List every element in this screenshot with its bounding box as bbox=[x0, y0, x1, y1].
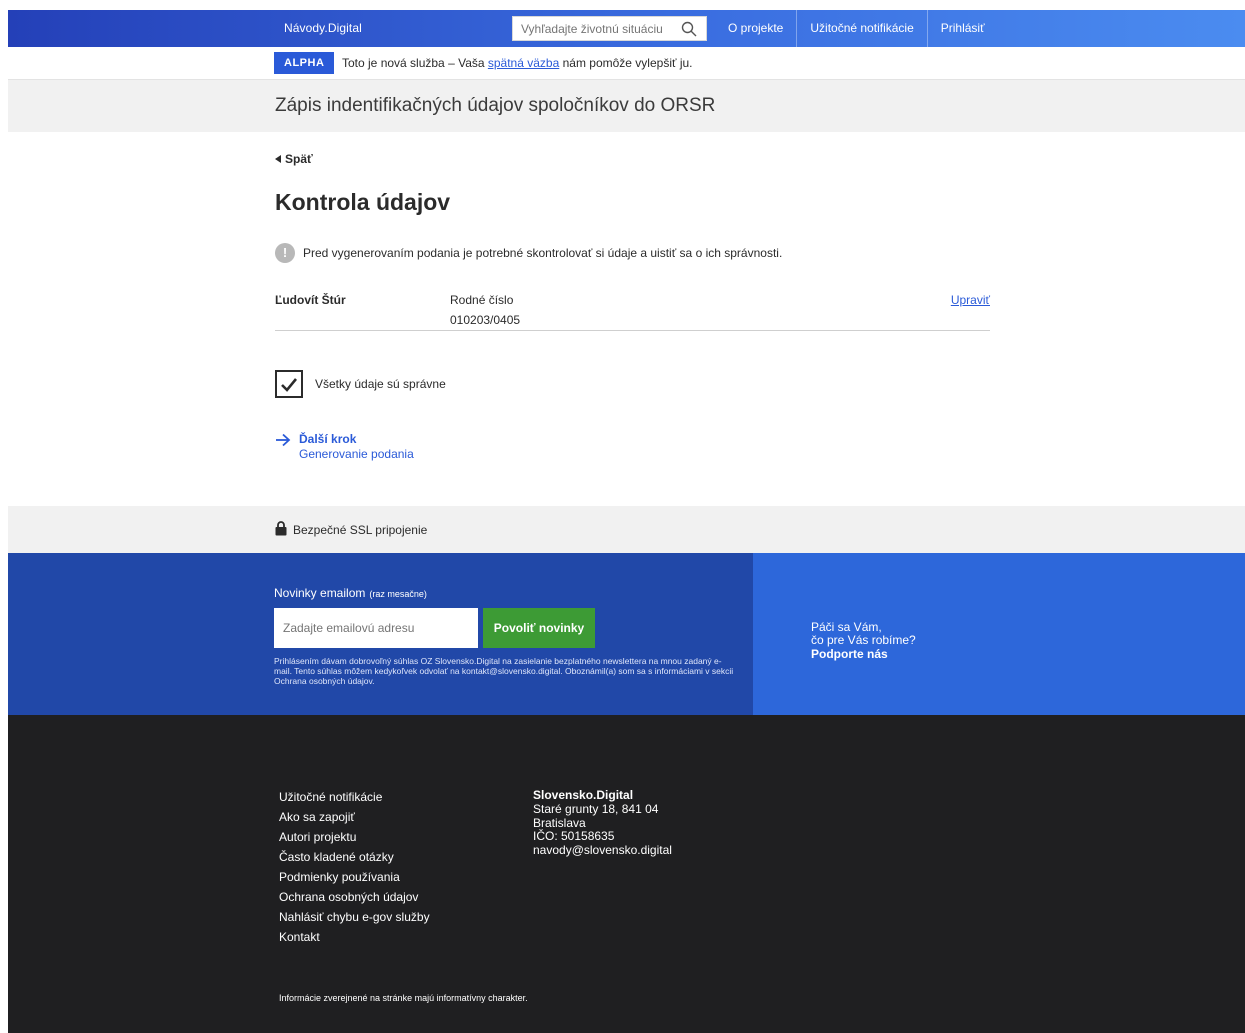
next-step-title: Ďalší krok bbox=[299, 432, 357, 446]
page: Návody.Digital O projekte Užitočné notif… bbox=[8, 10, 1245, 1033]
edit-link[interactable]: Upraviť bbox=[951, 293, 990, 307]
search-box bbox=[512, 16, 707, 41]
alpha-message: Toto je nová služba – Vaša spätná väzba … bbox=[342, 56, 693, 70]
nav-link-about[interactable]: O projekte bbox=[715, 10, 796, 47]
back-label: Späť bbox=[285, 152, 313, 166]
ssl-band: Bezpečné SSL pripojenie bbox=[8, 506, 1245, 553]
service-title-band: Zápis indentifikačných údajov spoločníko… bbox=[8, 80, 1245, 132]
nav-links: O projekte Užitočné notifikácie Prihlási… bbox=[715, 10, 998, 47]
exclamation-icon: ! bbox=[275, 243, 295, 263]
page-heading: Kontrola údajov bbox=[275, 189, 451, 215]
footer-disclaimer: Informácie zverejnené na stránke majú in… bbox=[279, 993, 528, 1003]
alpha-banner: ALPHA Toto je nová služba – Vaša spätná … bbox=[8, 47, 1245, 80]
feedback-link[interactable]: spätná väzba bbox=[488, 56, 559, 70]
newsletter-section: Novinky emailom(raz mesačne) Povoliť nov… bbox=[8, 553, 1245, 715]
main-content: Späť Kontrola údajov ! Pred vygenerovaní… bbox=[8, 132, 1245, 506]
checkbox-label: Všetky údaje sú správne bbox=[315, 377, 446, 391]
org-email-link[interactable]: navody@slovensko.digital bbox=[533, 843, 672, 858]
alpha-text-before: Toto je nová služba – Vaša bbox=[342, 56, 488, 70]
newsletter-consent-text: Prihlásením dávam dobrovoľný súhlas OZ S… bbox=[274, 656, 734, 686]
footer-link-authors[interactable]: Autori projektu bbox=[279, 827, 430, 847]
alpha-text-after: nám pomôže vylepšiť ju. bbox=[559, 56, 693, 70]
lock-icon bbox=[275, 521, 287, 536]
footer-links: Užitočné notifikácie Ako sa zapojiť Auto… bbox=[279, 787, 430, 947]
footer-link-notifications[interactable]: Užitočné notifikácie bbox=[279, 787, 430, 807]
search-icon[interactable] bbox=[681, 21, 697, 37]
organization-info: Slovensko.Digital Staré grunty 18, 841 0… bbox=[533, 787, 672, 857]
newsletter-heading-text: Novinky emailom bbox=[274, 586, 366, 600]
footer-link-faq[interactable]: Často kladené otázky bbox=[279, 847, 430, 867]
newsletter-frequency: (raz mesačne) bbox=[369, 589, 427, 599]
birth-number-value: 010203/0405 bbox=[450, 313, 521, 327]
footer-link-get-involved[interactable]: Ako sa zapojiť bbox=[279, 807, 430, 827]
footer-link-contact[interactable]: Kontakt bbox=[279, 927, 430, 947]
subscribe-button[interactable]: Povoliť novinky bbox=[483, 608, 595, 648]
org-street: Staré grunty 18, 841 04 bbox=[533, 802, 659, 816]
support-line-2: čo pre Vás robíme? bbox=[811, 633, 916, 647]
newsletter-heading: Novinky emailom (raz mesačne) bbox=[274, 586, 427, 600]
org-city: Bratislava bbox=[533, 815, 586, 830]
org-ico: IČO: 50158635 bbox=[533, 829, 615, 843]
confirm-data-checkbox[interactable]: Všetky údaje sú správne bbox=[275, 370, 446, 398]
checkbox-box[interactable] bbox=[275, 370, 303, 398]
next-step-subtitle: Generovanie podania bbox=[299, 447, 414, 461]
nav-link-login[interactable]: Prihlásiť bbox=[926, 10, 998, 47]
newsletter-signup: Novinky emailom(raz mesačne) Povoliť nov… bbox=[8, 553, 753, 715]
alpha-badge: ALPHA bbox=[274, 52, 335, 74]
footer-link-terms[interactable]: Podmienky používania bbox=[279, 867, 430, 887]
support-us-link[interactable]: Podporte nás bbox=[811, 648, 888, 661]
brand-logo-link[interactable]: Návody.Digital bbox=[284, 21, 362, 35]
back-arrow-icon bbox=[275, 155, 281, 163]
site-footer: Užitočné notifikácie Ako sa zapojiť Auto… bbox=[8, 715, 1245, 1033]
back-link[interactable]: Späť bbox=[275, 152, 313, 166]
org-name: Slovensko.Digital bbox=[533, 788, 634, 802]
footer-link-privacy[interactable]: Ochrana osobných údajov bbox=[279, 887, 430, 907]
birth-number-label: Rodné číslo bbox=[450, 293, 514, 307]
footer-link-report-bug[interactable]: Nahlásiť chybu e-gov služby bbox=[279, 907, 430, 927]
top-navigation: Návody.Digital O projekte Užitočné notif… bbox=[8, 10, 1245, 47]
person-summary-row: Ľudovít Štúr Rodné číslo 010203/0405 Upr… bbox=[275, 291, 990, 331]
email-field[interactable] bbox=[274, 608, 478, 648]
info-notice: ! Pred vygenerovaním podania je potrebné… bbox=[275, 243, 782, 263]
arrow-right-icon bbox=[276, 433, 291, 447]
support-panel: Páči sa Vám, čo pre Vás robíme? Podporte… bbox=[753, 553, 1245, 715]
notice-text: Pred vygenerovaním podania je potrebné s… bbox=[303, 246, 783, 260]
checkmark-icon bbox=[281, 377, 298, 392]
search-input[interactable] bbox=[513, 17, 673, 40]
ssl-text: Bezpečné SSL pripojenie bbox=[293, 523, 428, 537]
nav-link-notifications[interactable]: Užitočné notifikácie bbox=[796, 10, 926, 47]
person-name: Ľudovít Štúr bbox=[275, 293, 346, 307]
service-title: Zápis indentifikačných údajov spoločníko… bbox=[275, 95, 716, 116]
